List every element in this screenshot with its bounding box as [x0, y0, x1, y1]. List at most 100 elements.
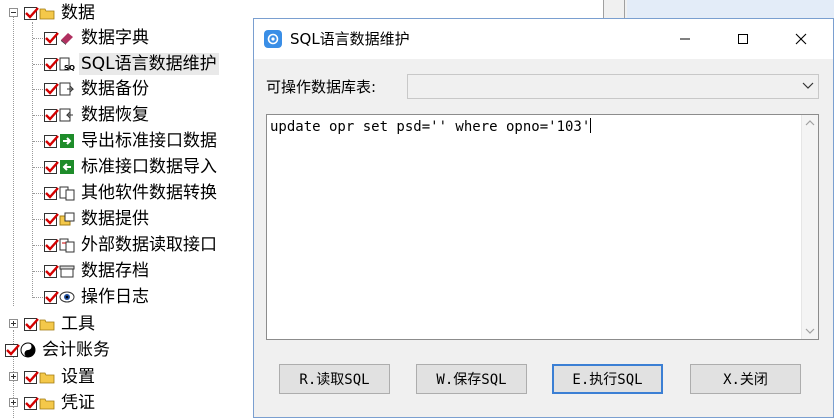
- checkbox-checked[interactable]: [44, 212, 59, 226]
- tree-node-import[interactable]: 标准接口数据导入: [33, 155, 219, 179]
- tree-node-label: 数据存档: [81, 261, 149, 281]
- table-select-label: 可操作数据库表:: [266, 78, 377, 96]
- sql-text: update opr set psd='' where opno='103': [270, 119, 591, 135]
- books-icon: [59, 30, 75, 46]
- dialog-title: SQL语言数据维护: [290, 30, 410, 48]
- yin-yang-icon: [20, 342, 36, 358]
- tree-connector-line: [33, 141, 43, 142]
- maximize-button[interactable]: [720, 19, 766, 59]
- checkbox-checked[interactable]: [44, 82, 59, 96]
- scroll-down-icon: [805, 328, 815, 334]
- checkbox-checked[interactable]: [44, 238, 59, 252]
- save-sql-button[interactable]: W.保存SQL: [416, 364, 527, 394]
- close-icon: [795, 33, 807, 45]
- tree-node-restore[interactable]: 数据恢复: [33, 103, 151, 127]
- scroll-up-icon: [805, 120, 815, 126]
- checkbox-checked[interactable]: [44, 108, 59, 122]
- tree-node-label: 会计账务: [42, 340, 110, 360]
- tree-node-label: SQL语言数据维护: [79, 53, 219, 75]
- svg-text:SQL: SQL: [64, 64, 75, 72]
- checkbox-checked[interactable]: [44, 57, 59, 71]
- checkbox-checked[interactable]: [44, 134, 59, 148]
- tree-connector-line: [33, 193, 43, 194]
- checkbox-checked[interactable]: [5, 343, 20, 357]
- folder-icon: [39, 395, 55, 411]
- tree-node-label: 数据提供: [81, 209, 149, 229]
- close-dialog-button[interactable]: X.关闭: [690, 364, 801, 394]
- tree-node-external-read[interactable]: 外部数据读取接口: [33, 233, 219, 257]
- tree-node-backup[interactable]: 数据备份: [33, 77, 151, 101]
- checkmark-icon: [45, 134, 59, 147]
- sql-icon: SQL: [59, 56, 80, 72]
- read-sql-button[interactable]: R.读取SQL: [279, 364, 390, 394]
- tree-node-tools[interactable]: 工具: [0, 312, 97, 336]
- tree-connector-line: [33, 38, 43, 39]
- checkbox-checked[interactable]: [24, 370, 39, 384]
- checkmark-icon: [25, 396, 39, 409]
- tree-node-provide[interactable]: 数据提供: [33, 207, 151, 231]
- checkmark-icon: [45, 212, 59, 225]
- tree-connector-line: [33, 115, 43, 116]
- tree-node-label: 导出标准接口数据: [81, 131, 217, 151]
- text-caret: [590, 118, 592, 133]
- expand-icon[interactable]: [9, 372, 18, 381]
- tree-view[interactable]: 数据 数据字典 SQL SQL语言数据维护 数据备份: [0, 0, 260, 418]
- vertical-scrollbar[interactable]: [801, 115, 818, 339]
- table-select[interactable]: [407, 74, 819, 99]
- checkmark-icon: [45, 160, 59, 173]
- tree-node-convert[interactable]: 其他软件数据转换: [33, 181, 219, 205]
- app-icon: [264, 30, 282, 48]
- close-button[interactable]: [778, 19, 824, 59]
- provide-icon: [59, 211, 75, 227]
- minimize-icon: [680, 38, 690, 40]
- minimize-button[interactable]: [662, 19, 708, 59]
- checkmark-icon: [25, 317, 39, 330]
- tree-node-label: 外部数据读取接口: [81, 235, 217, 255]
- tree-node-accounting[interactable]: 会计账务: [0, 338, 112, 362]
- tree-node-label: 数据备份: [81, 79, 149, 99]
- title-bar[interactable]: SQL语言数据维护: [254, 19, 833, 59]
- tree-node-settings[interactable]: 设置: [0, 365, 97, 389]
- tree-node-label: 其他软件数据转换: [81, 183, 217, 203]
- checkbox-checked[interactable]: [44, 186, 59, 200]
- tree-node-label: 标准接口数据导入: [81, 157, 217, 177]
- checkmark-icon: [45, 57, 59, 70]
- tree-node-log[interactable]: 操作日志: [33, 285, 151, 309]
- tree-node-archive[interactable]: 数据存档: [33, 259, 151, 283]
- tree-node-sql-maintenance[interactable]: SQL SQL语言数据维护: [33, 52, 219, 76]
- checkbox-checked[interactable]: [24, 317, 39, 331]
- checkmark-icon: [25, 6, 39, 19]
- tree-node-data[interactable]: 数据: [0, 1, 97, 25]
- tree-node-export[interactable]: 导出标准接口数据: [33, 129, 219, 153]
- archive-icon: [59, 263, 75, 279]
- collapse-icon[interactable]: [9, 8, 18, 17]
- background-header-bar: [627, 0, 834, 18]
- export-arrow-icon: [59, 133, 75, 149]
- tree-node-voucher[interactable]: 凭证: [0, 391, 97, 415]
- expand-icon[interactable]: [9, 319, 18, 328]
- backup-icon: [59, 81, 75, 97]
- tree-node-dictionary[interactable]: 数据字典: [33, 26, 151, 50]
- divider: [624, 0, 625, 18]
- expand-icon[interactable]: [9, 398, 18, 407]
- sql-maintenance-dialog[interactable]: SQL语言数据维护 可操作数据库表: update opr set psd=''…: [253, 18, 834, 418]
- checkbox-checked[interactable]: [24, 6, 39, 20]
- tree-connector-line: [33, 89, 43, 90]
- checkmark-icon: [45, 108, 59, 121]
- checkmark-icon: [45, 186, 59, 199]
- checkbox-checked[interactable]: [44, 264, 59, 278]
- checkbox-checked[interactable]: [44, 31, 59, 45]
- checkbox-checked[interactable]: [24, 396, 39, 410]
- tree-connector-line: [33, 245, 43, 246]
- checkbox-checked[interactable]: [44, 290, 59, 304]
- checkbox-checked[interactable]: [44, 160, 59, 174]
- tree-node-label: 设置: [61, 367, 95, 387]
- tree-node-label: 数据: [61, 3, 95, 23]
- tree-node-label: 数据恢复: [81, 105, 149, 125]
- checkmark-icon: [45, 290, 59, 303]
- execute-sql-button[interactable]: E.执行SQL: [552, 364, 663, 394]
- checkmark-icon: [45, 31, 59, 44]
- tree-connector-line: [13, 16, 14, 306]
- tree-node-label: 工具: [61, 314, 95, 334]
- sql-editor[interactable]: update opr set psd='' where opno='103': [266, 114, 819, 340]
